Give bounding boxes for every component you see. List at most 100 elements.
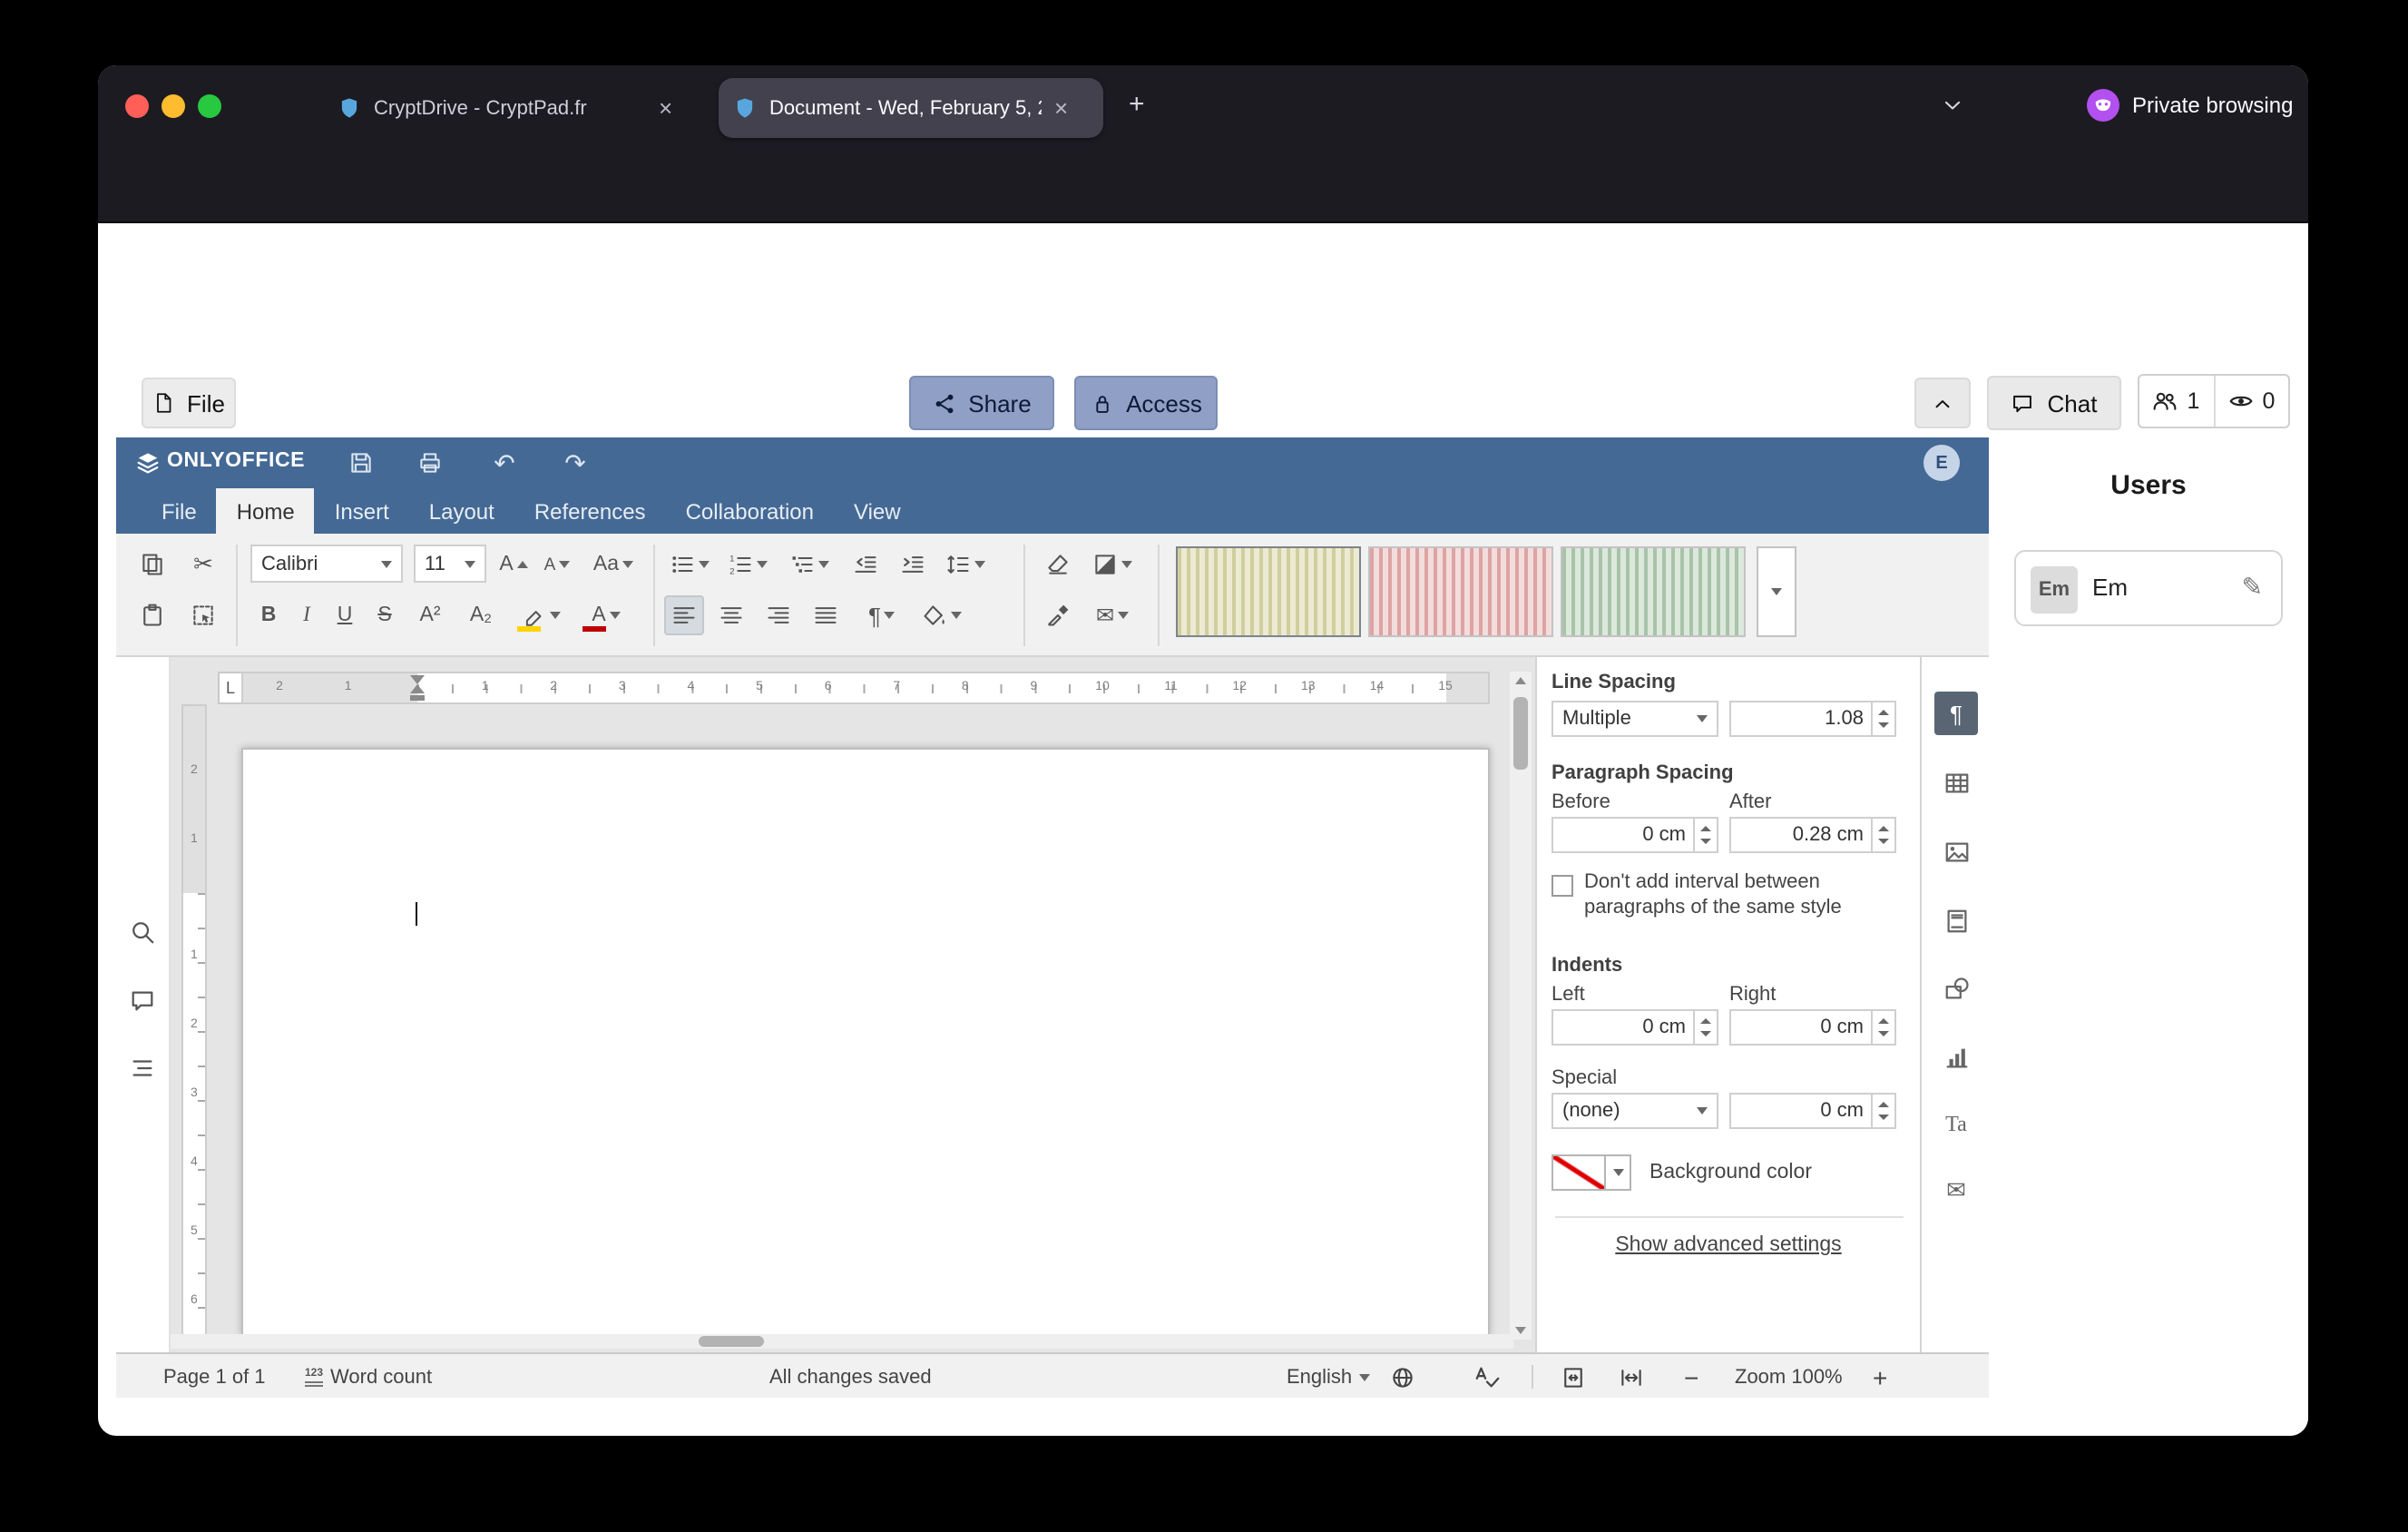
fit-width-button[interactable] bbox=[1619, 1354, 1644, 1399]
menu-tab-layout[interactable]: Layout bbox=[409, 488, 514, 534]
spin-down-icon[interactable] bbox=[1878, 722, 1889, 728]
comments-icon[interactable] bbox=[129, 987, 156, 1015]
align-left-button[interactable] bbox=[664, 595, 704, 635]
spin-down-icon[interactable] bbox=[1878, 1031, 1889, 1036]
close-tab-icon[interactable]: × bbox=[659, 94, 672, 122]
superscript-button[interactable]: A² bbox=[406, 595, 454, 635]
spin-up-icon[interactable] bbox=[1700, 826, 1711, 831]
horizontal-scrollbar[interactable] bbox=[171, 1334, 1513, 1349]
font-name-select[interactable]: Calibri bbox=[250, 545, 403, 583]
find-search-icon[interactable] bbox=[129, 918, 156, 946]
chat-button[interactable]: Chat bbox=[1987, 376, 2121, 430]
scroll-down-arrow-icon[interactable] bbox=[1515, 1327, 1526, 1334]
cut-icon[interactable]: ✂ bbox=[181, 545, 225, 584]
hanging-indent-marker[interactable] bbox=[409, 684, 424, 693]
save-icon[interactable] bbox=[345, 447, 377, 479]
no-interval-checkbox[interactable] bbox=[1551, 875, 1573, 897]
document-page[interactable] bbox=[241, 748, 1490, 1336]
h-ruler[interactable]: 21123456789101112131415 bbox=[241, 672, 1490, 704]
new-tab-button[interactable]: + bbox=[1129, 89, 1145, 120]
spin-up-icon[interactable] bbox=[1700, 1018, 1711, 1024]
redo-icon[interactable]: ↷ bbox=[559, 447, 592, 479]
window-zoom-button[interactable] bbox=[198, 94, 221, 118]
line-spacing-button[interactable] bbox=[940, 545, 991, 584]
viewers-counter[interactable]: 0 bbox=[2213, 376, 2288, 427]
style-preview-tile[interactable] bbox=[1368, 546, 1553, 637]
menu-tab-view[interactable]: View bbox=[834, 488, 921, 534]
navigation-headings-icon[interactable] bbox=[129, 1055, 156, 1082]
styles-gallery-expand-button[interactable] bbox=[1757, 546, 1796, 637]
document-language-button[interactable] bbox=[1390, 1354, 1415, 1399]
change-case-button[interactable]: Aa bbox=[584, 545, 642, 584]
spacing-before-input[interactable]: 0 cm bbox=[1551, 817, 1718, 853]
nonprinting-characters-button[interactable]: ¶ bbox=[857, 595, 907, 635]
increase-font-button[interactable]: A bbox=[494, 545, 533, 584]
copy-icon[interactable] bbox=[131, 545, 174, 584]
v-ruler[interactable]: 21123456 bbox=[181, 704, 207, 1336]
print-icon[interactable] bbox=[414, 447, 446, 479]
style-preview-tile[interactable] bbox=[1561, 546, 1746, 637]
zoom-out-button[interactable]: − bbox=[1684, 1354, 1698, 1399]
scroll-up-arrow-icon[interactable] bbox=[1515, 677, 1526, 684]
clear-style-button[interactable] bbox=[1038, 545, 1078, 584]
mail-merge-tab-icon[interactable]: ✉ bbox=[1934, 1169, 1978, 1213]
italic-button[interactable]: I bbox=[290, 595, 323, 635]
first-line-indent-marker[interactable] bbox=[409, 675, 424, 684]
copy-style-button[interactable] bbox=[1038, 595, 1078, 635]
spin-down-icon[interactable] bbox=[1700, 1031, 1711, 1036]
line-spacing-value-input[interactable]: 1.08 bbox=[1729, 701, 1896, 737]
zoom-in-button[interactable]: + bbox=[1873, 1354, 1887, 1399]
page-indicator[interactable]: Page 1 of 1 bbox=[163, 1354, 266, 1399]
v-scrollbar-thumb[interactable] bbox=[1513, 697, 1528, 770]
spin-down-icon[interactable] bbox=[1700, 839, 1711, 844]
font-size-select[interactable]: 11 bbox=[414, 545, 486, 583]
subscript-button[interactable]: A₂ bbox=[457, 595, 504, 635]
collaborator-avatar[interactable]: E bbox=[1923, 445, 1960, 481]
highlight-color-button[interactable] bbox=[512, 595, 570, 635]
background-color-dropdown[interactable] bbox=[1606, 1154, 1631, 1191]
paste-icon[interactable] bbox=[131, 595, 174, 635]
show-advanced-settings-link[interactable]: Show advanced settings bbox=[1537, 1234, 1920, 1256]
zoom-level-indicator[interactable]: Zoom 100% bbox=[1735, 1354, 1843, 1399]
increase-indent-button[interactable] bbox=[893, 545, 933, 584]
font-color-button[interactable]: A bbox=[577, 595, 635, 635]
undo-icon[interactable]: ↶ bbox=[488, 447, 521, 479]
bold-button[interactable]: B bbox=[250, 595, 287, 635]
special-value-input[interactable]: 0 cm bbox=[1729, 1093, 1896, 1129]
file-menu-button[interactable]: File bbox=[142, 378, 236, 428]
window-close-button[interactable] bbox=[125, 94, 149, 118]
style-preview-tile[interactable] bbox=[1176, 546, 1361, 637]
spinner-buttons[interactable] bbox=[1871, 702, 1894, 735]
decrease-indent-button[interactable] bbox=[846, 545, 886, 584]
word-count-button[interactable]: 123 Word count bbox=[305, 1354, 432, 1399]
align-center-button[interactable] bbox=[711, 595, 751, 635]
vertical-scrollbar[interactable] bbox=[1510, 672, 1532, 1340]
spinner-buttons[interactable] bbox=[1871, 1095, 1894, 1127]
numbering-button[interactable]: 12 bbox=[722, 545, 773, 584]
window-minimize-button[interactable] bbox=[162, 94, 185, 118]
share-button[interactable]: Share bbox=[909, 376, 1054, 430]
spin-down-icon[interactable] bbox=[1878, 1115, 1889, 1120]
line-spacing-select[interactable]: Multiple bbox=[1551, 701, 1718, 737]
multilevel-list-button[interactable] bbox=[780, 545, 838, 584]
header-footer-settings-tab-icon[interactable] bbox=[1934, 899, 1978, 942]
mail-merge-button[interactable]: ✉ bbox=[1085, 595, 1140, 635]
spin-up-icon[interactable] bbox=[1878, 1102, 1889, 1107]
edit-name-pencil-icon[interactable]: ✎ bbox=[2242, 572, 2263, 603]
spin-down-icon[interactable] bbox=[1878, 839, 1889, 844]
bullets-button[interactable] bbox=[664, 545, 715, 584]
image-settings-tab-icon[interactable] bbox=[1934, 830, 1978, 873]
underline-button[interactable]: U bbox=[327, 595, 363, 635]
spellcheck-button[interactable] bbox=[1473, 1354, 1501, 1399]
select-all-icon[interactable] bbox=[181, 595, 225, 635]
spacing-after-input[interactable]: 0.28 cm bbox=[1729, 817, 1896, 853]
browser-tab-cryptdrive[interactable]: CryptDrive - CryptPad.fr × bbox=[323, 78, 697, 138]
spin-up-icon[interactable] bbox=[1878, 1018, 1889, 1024]
spinner-buttons[interactable] bbox=[1693, 819, 1717, 851]
text-art-settings-tab-icon[interactable]: Ta bbox=[1934, 1102, 1978, 1145]
collapse-toolbar-button[interactable] bbox=[1914, 378, 1971, 428]
spinner-buttons[interactable] bbox=[1871, 1011, 1894, 1044]
spinner-buttons[interactable] bbox=[1871, 819, 1894, 851]
menu-tab-collaboration[interactable]: Collaboration bbox=[666, 488, 834, 534]
editors-counter[interactable]: 1 bbox=[2139, 376, 2213, 427]
